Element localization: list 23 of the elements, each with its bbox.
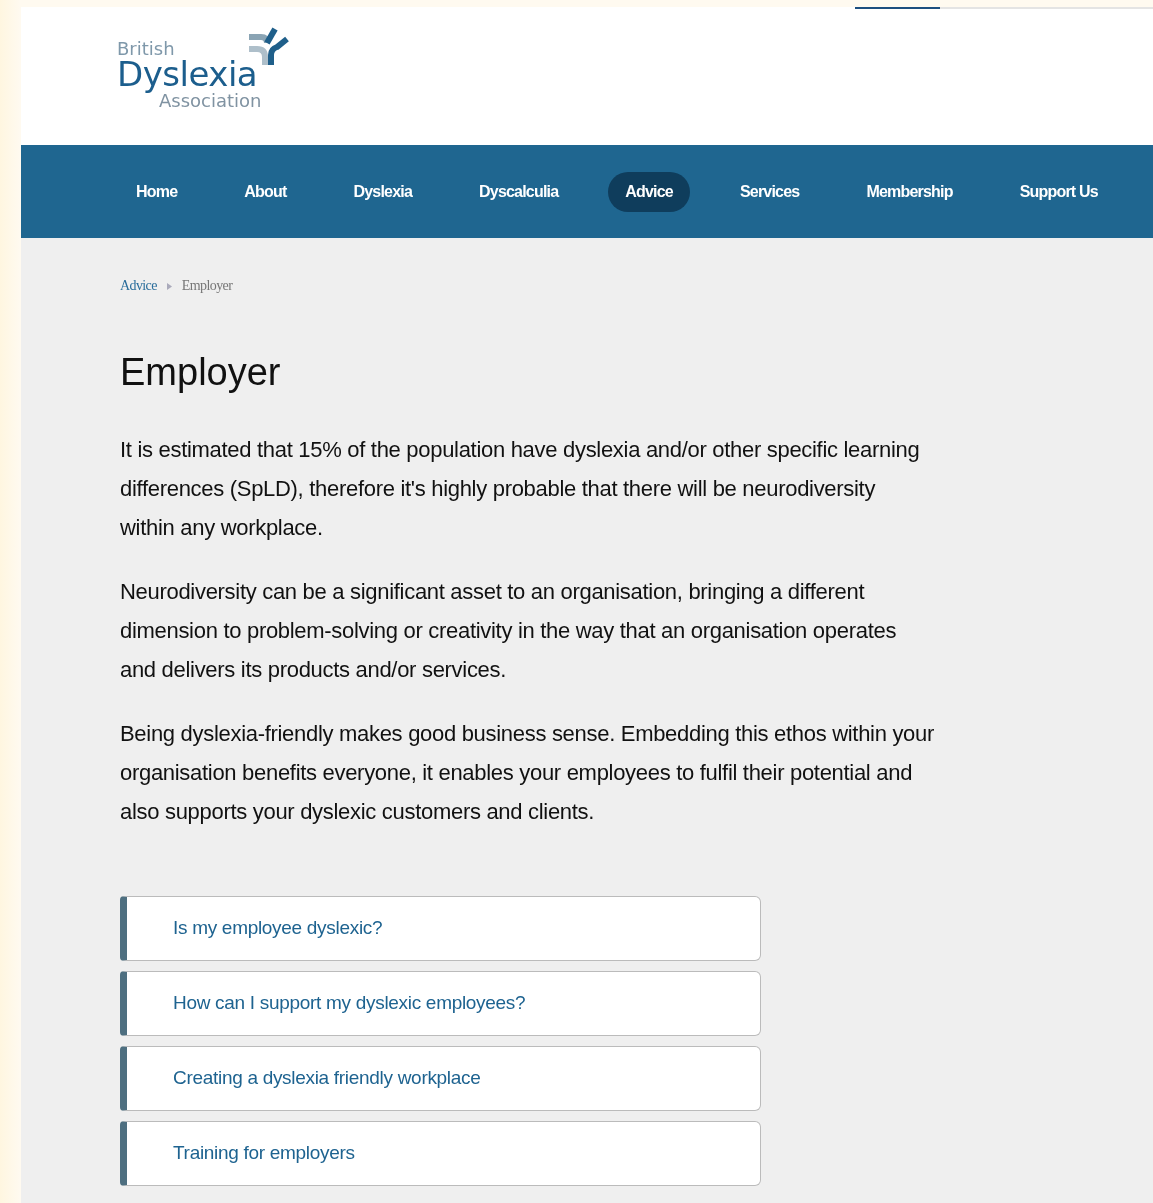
accordion-item[interactable]: Training for employers — [120, 1120, 761, 1186]
nav-link[interactable]: Membership — [849, 171, 970, 212]
logo-text: Dyslexia — [117, 57, 258, 91]
logo-text: British — [117, 39, 176, 59]
accordion-item[interactable]: Creating a dyslexia friendly workplace — [120, 1045, 761, 1111]
page-title: Employer — [120, 352, 282, 394]
nav-link[interactable]: Dyslexia — [336, 171, 430, 212]
nav-link[interactable]: Home — [119, 171, 195, 212]
nav-link[interactable]: Services — [722, 171, 817, 212]
nav-link[interactable]: Support Us — [1002, 171, 1115, 212]
nav-link[interactable]: About — [227, 171, 304, 212]
breadcrumb-current: Employer — [181, 278, 233, 294]
paragraph: Neurodiversity can be a significant asset to an organisation, bringing a different dimension to problem-solving or creativity in the way that an organisation operates and delivers its products and/or services. — [120, 577, 898, 684]
chevron-icon — [166, 282, 172, 290]
nav-link[interactable]: Advice — [608, 171, 690, 212]
paragraph: Being dyslexia-friendly makes good business sense. Embedding this ethos within your organisation benefits everyone, it enables your employees to fulfil their potential and also supports your dyslexic customers and clients. — [120, 719, 935, 826]
paragraph: It is estimated that 15% of the population have dyslexia and/or other specific learning differences (SpLD), therefore it's highly probable that there will be neurodiversity within any workplace. — [120, 435, 921, 542]
accordion-item[interactable]: Is my employee dyslexic? — [120, 895, 761, 961]
breadcrumb-link[interactable]: Advice — [120, 278, 157, 294]
accordion-item[interactable]: How can I support my dyslexic employees? — [120, 970, 761, 1036]
nav-link[interactable]: Dyscalculia — [462, 171, 576, 212]
logo-text: Association — [159, 91, 263, 111]
logo[interactable]: British Dyslexia Association — [117, 25, 293, 111]
